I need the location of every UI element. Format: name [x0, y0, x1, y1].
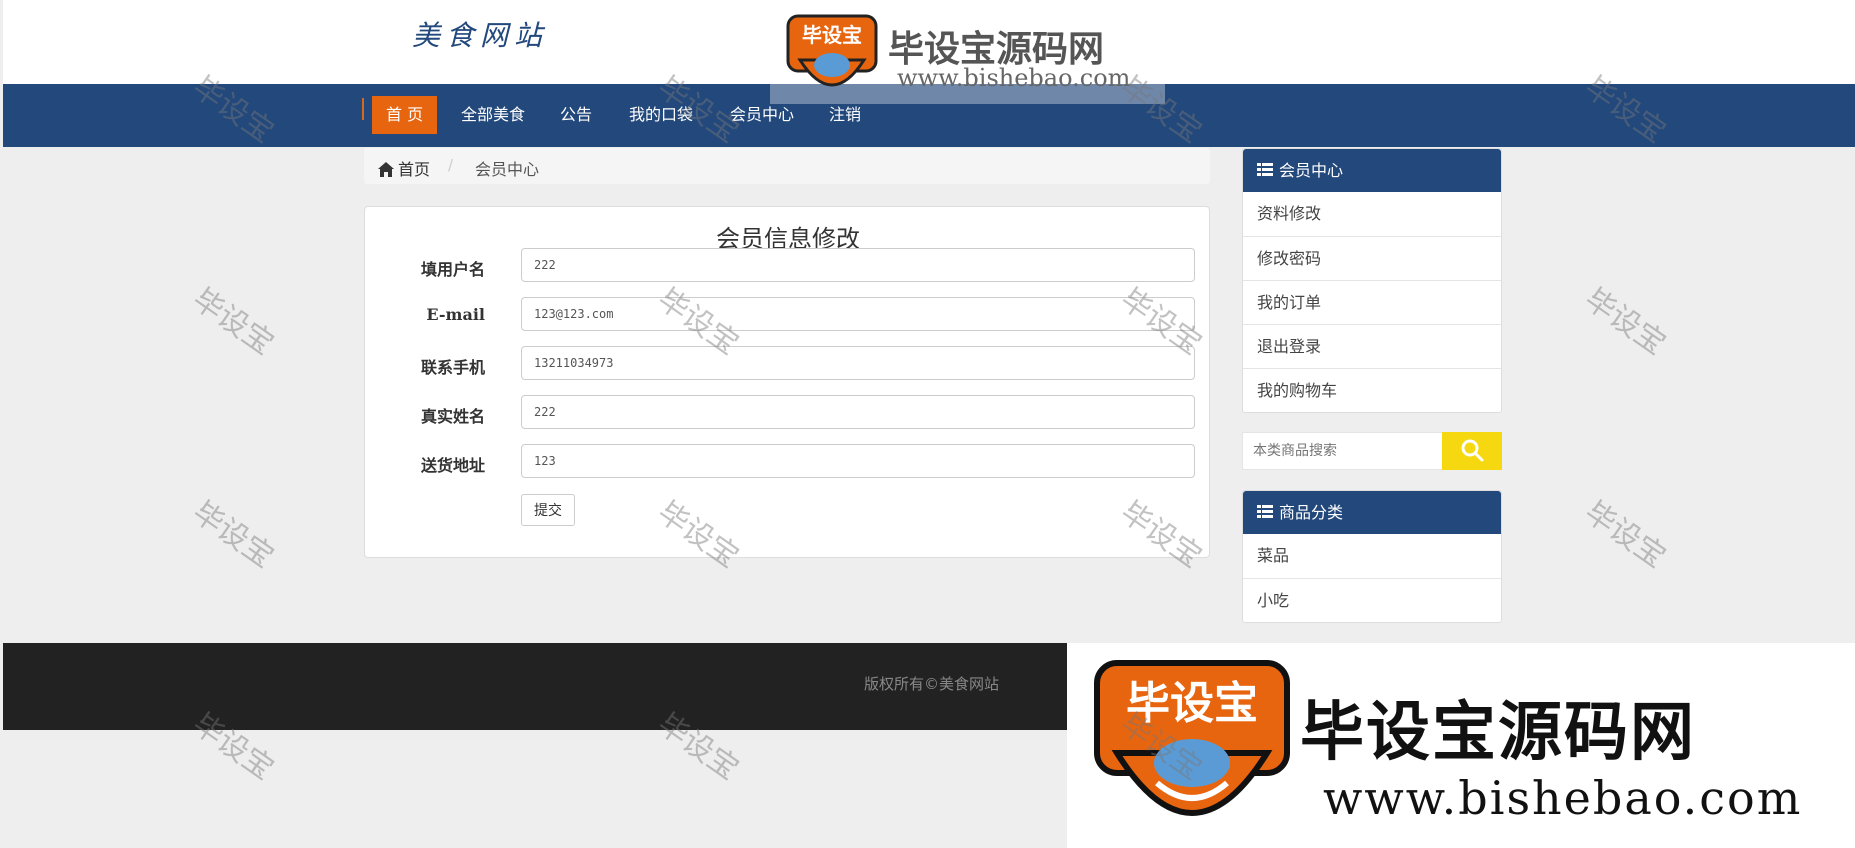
nav-item-home[interactable]: 首 页 — [372, 96, 438, 134]
site-footer: 版权所有©美食网站 — [3, 643, 1067, 730]
watermark-brand-large: 毕设宝 毕设宝源码网 www.bishebao.com — [1067, 643, 1855, 848]
category-header: 商品分类 — [1243, 491, 1501, 534]
list-icon — [1257, 163, 1273, 176]
category-box: 商品分类 菜品 小吃 — [1242, 490, 1502, 623]
phone-label: 联系手机 — [420, 358, 485, 377]
brand-logo-text: 毕设宝 — [802, 23, 862, 47]
product-search — [1242, 432, 1502, 470]
nav-item-pocket[interactable]: 我的口袋 — [615, 96, 707, 134]
brand-logo-icon: 毕设宝 — [1094, 660, 1290, 816]
real-name-input[interactable] — [521, 395, 1195, 429]
member-center-title: 会员中心 — [1279, 161, 1344, 180]
member-center-header: 会员中心 — [1243, 149, 1501, 192]
brand-name-large: 毕设宝源码网 — [1300, 696, 1696, 770]
category-item-snacks[interactable]: 小吃 — [1243, 578, 1501, 622]
category-item-dishes[interactable]: 菜品 — [1243, 534, 1501, 578]
footer-copyright: 版权所有©美食网站 — [864, 675, 1000, 693]
nav-item-notice[interactable]: 公告 — [546, 96, 606, 134]
category-title: 商品分类 — [1279, 503, 1344, 522]
watermark-text: 毕设宝 — [186, 494, 280, 576]
sidebar-item-my-orders[interactable]: 我的订单 — [1243, 280, 1501, 324]
phone-input[interactable] — [521, 346, 1195, 380]
address-input[interactable] — [521, 444, 1195, 478]
breadcrumb-home-label: 首页 — [398, 160, 431, 179]
email-input[interactable] — [521, 297, 1195, 331]
sidebar-item-change-password[interactable]: 修改密码 — [1243, 236, 1501, 280]
username-input[interactable] — [521, 248, 1195, 282]
list-icon — [1257, 505, 1273, 518]
search-button[interactable] — [1442, 432, 1502, 470]
breadcrumb-current: 会员中心 — [475, 160, 540, 179]
home-icon — [378, 162, 394, 177]
username-label: 填用户名 — [420, 260, 485, 279]
member-center-box: 会员中心 资料修改 修改密码 我的订单 退出登录 我的购物车 — [1242, 148, 1502, 413]
nav-item-all-food[interactable]: 全部美食 — [447, 96, 539, 134]
submit-button[interactable]: 提交 — [521, 494, 575, 526]
search-input[interactable] — [1242, 432, 1442, 470]
sidebar-item-my-cart[interactable]: 我的购物车 — [1243, 368, 1501, 412]
email-label: E-mail — [426, 305, 485, 324]
search-icon — [1461, 439, 1484, 461]
watermark-text: 毕设宝 — [186, 281, 280, 363]
breadcrumb: 首页 / 会员中心 — [364, 148, 1210, 184]
watermark-text: 毕设宝 — [1578, 494, 1672, 576]
real-name-label: 真实姓名 — [420, 407, 485, 426]
nav-divider — [362, 98, 364, 120]
watermark-brand-top: 毕设宝 毕设宝源码网 www.bishebao.com — [770, 6, 1165, 104]
brand-url-top: www.bishebao.com — [897, 64, 1131, 92]
sidebar-item-edit-profile[interactable]: 资料修改 — [1243, 192, 1501, 236]
sidebar-item-logout[interactable]: 退出登录 — [1243, 324, 1501, 368]
brand-logo-text-large: 毕设宝 — [1126, 678, 1258, 729]
brand-logo-icon: 毕设宝 — [786, 14, 878, 87]
breadcrumb-separator: / — [448, 156, 454, 174]
brand-url-large: www.bishebao.com — [1323, 771, 1803, 825]
address-label: 送货地址 — [420, 456, 485, 475]
breadcrumb-home[interactable]: 首页 — [378, 156, 430, 180]
site-logo[interactable]: 美食网站 — [412, 14, 548, 54]
watermark-text: 毕设宝 — [1578, 281, 1672, 363]
member-info-panel: 会员信息修改 填用户名 E-mail 联系手机 真实姓名 送货地址 提交 — [364, 206, 1210, 558]
